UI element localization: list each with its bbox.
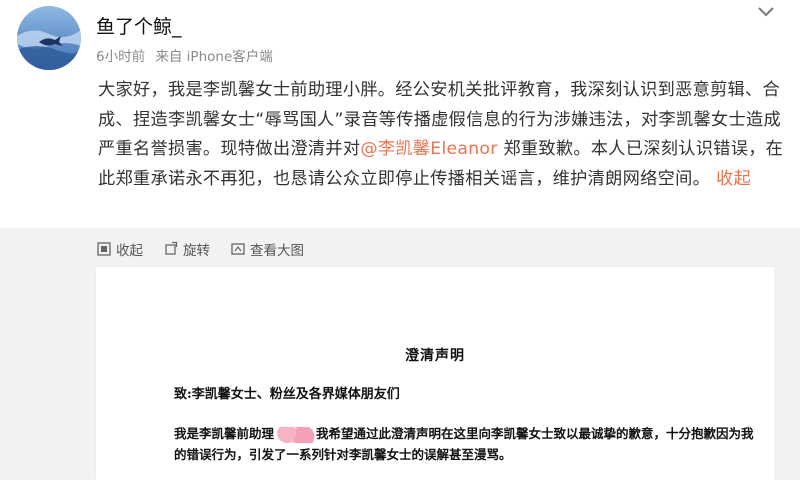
redaction-mark (274, 426, 317, 443)
rotate-label: 旋转 (183, 243, 210, 259)
mention-link[interactable]: @李凯馨Eleanor (360, 139, 497, 159)
rotate-button[interactable]: 旋转 (163, 239, 210, 259)
avatar[interactable] (17, 6, 81, 70)
collapse-label: 收起 (116, 243, 143, 259)
document-body: 我是李凯馨前助理 我希望通过此澄清声明在这里向李凯馨女士致以最诚挚的歉意，十分抱歉… (174, 423, 754, 465)
collapse-text-link[interactable]: 收起 (716, 169, 751, 189)
collapse-icon (97, 242, 111, 256)
document-body-part1: 我是李凯馨前助理 (174, 426, 275, 441)
post-source: 来自 iPhone客户端 (155, 49, 273, 65)
chevron-down-icon[interactable] (756, 4, 776, 20)
user-name[interactable]: 鱼了个鲸_ (96, 12, 182, 39)
document-title: 澄清声明 (405, 348, 465, 364)
view-large-label: 查看大图 (250, 243, 304, 259)
view-large-icon (231, 243, 245, 255)
collapse-button[interactable]: 收起 (96, 239, 143, 259)
post-time: 6小时前 (96, 49, 146, 65)
statement-image[interactable]: 澄清声明 致:李凯馨女士、粉丝及各界媒体朋友们 我是李凯馨前助理 我希望通过此澄清… (96, 267, 774, 480)
post-header: 鱼了个鲸_ 6小时前 来自 iPhone客户端 (0, 0, 800, 75)
document-greeting: 致:李凯馨女士、粉丝及各界媒体朋友们 (174, 387, 400, 402)
avatar-image (17, 6, 81, 70)
rotate-icon (165, 241, 178, 255)
post-meta: 6小时前 来自 iPhone客户端 (96, 45, 279, 65)
post-text: 大家好，我是李凯馨女士前助理小胖。经公安机关批评教育，我深刻认识到恶意剪辑、合成… (98, 76, 788, 194)
image-toolbar: 收起 旋转 查看大图 (96, 238, 324, 260)
view-large-button[interactable]: 查看大图 (230, 239, 304, 259)
